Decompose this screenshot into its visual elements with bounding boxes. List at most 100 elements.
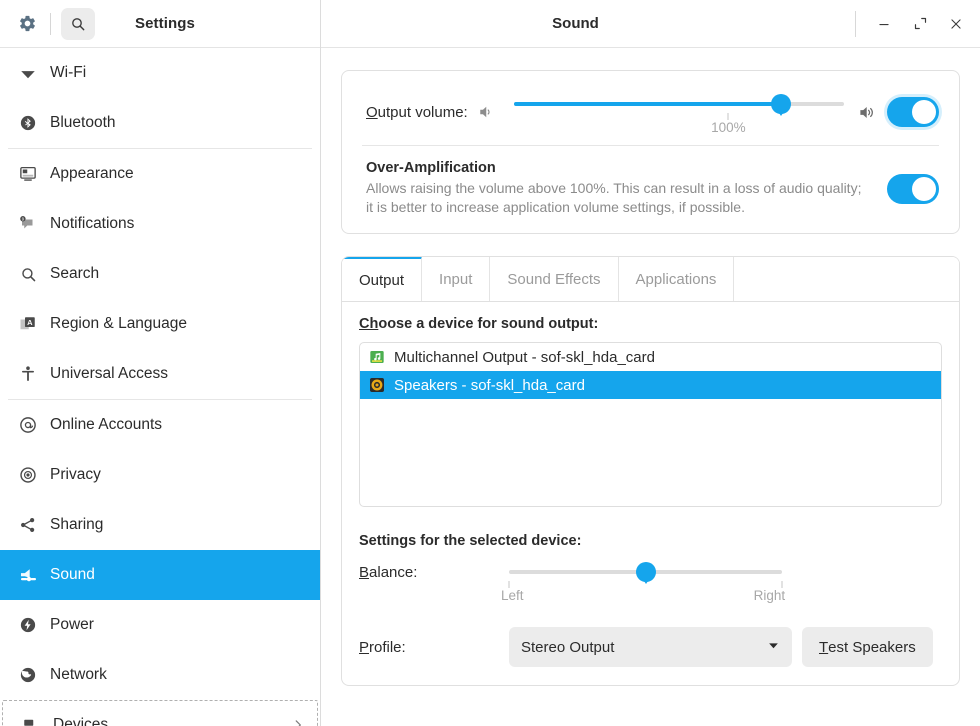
titlebar: Sound: [321, 0, 980, 48]
slider-tick-mark: [728, 113, 729, 120]
over-amplification-toggle[interactable]: [887, 174, 939, 204]
sidebar-item-label: Network: [50, 666, 107, 684]
sidebar-item-devices[interactable]: Devices: [2, 700, 318, 726]
sidebar-item-label: Sharing: [50, 516, 103, 534]
volume-low-icon: [478, 103, 496, 121]
gear-icon[interactable]: [12, 9, 42, 39]
device-name: Multichannel Output - sof-skl_hda_card: [394, 349, 655, 366]
sidebar-item-label: Appearance: [50, 165, 134, 183]
tab-label: Applications: [636, 271, 717, 288]
slider-handle[interactable]: [771, 94, 791, 114]
label-rest: utput volume:: [378, 104, 468, 121]
tab-label: Input: [439, 271, 472, 288]
svg-text:A: A: [27, 318, 33, 327]
balance-slider[interactable]: Left Right: [509, 559, 782, 609]
output-volume-row: Output volume: 100%: [342, 71, 959, 145]
mnemonic-letter: h: [369, 316, 378, 332]
network-icon: [17, 664, 39, 686]
over-amplification-row: Over-Amplification Allows raising the vo…: [342, 146, 959, 233]
device-name: Speakers - sof-skl_hda_card: [394, 377, 585, 394]
sidebar-item-label: Privacy: [50, 466, 101, 484]
test-speakers-button[interactable]: Test Speakers: [802, 627, 933, 667]
mnemonic-letter: O: [366, 104, 378, 121]
choose-device-label: Choose a device for sound output:: [359, 316, 942, 332]
sidebar-item-privacy[interactable]: Privacy: [0, 450, 320, 500]
notifications-icon: 9: [17, 213, 39, 235]
settings-for-device-label: Settings for the selected device:: [359, 533, 942, 549]
tab-applications[interactable]: Applications: [619, 257, 735, 301]
sidebar-item-wi-fi[interactable]: Wi-Fi: [0, 48, 320, 98]
volume-card: Output volume: 100%: [341, 70, 960, 234]
over-amplification-description: Allows raising the volume above 100%. Th…: [366, 179, 866, 217]
search-icon[interactable]: [61, 8, 95, 40]
tab-input[interactable]: Input: [422, 257, 490, 301]
over-amplification-text: Over-Amplification Allows raising the vo…: [366, 160, 887, 217]
mnemonic-letter: T: [819, 639, 828, 656]
sidebar-item-sharing[interactable]: Sharing: [0, 500, 320, 550]
list-item[interactable]: Speakers - sof-skl_hda_card: [360, 371, 941, 399]
multichannel-output-icon: [368, 348, 386, 366]
mnemonic-letter: B: [359, 564, 369, 581]
balance-left-label: Left: [501, 588, 524, 603]
sidebar-item-universal-access[interactable]: Universal Access: [0, 349, 320, 399]
online-accounts-icon: [17, 414, 39, 436]
chevron-down-icon: [767, 639, 780, 656]
toggle-knob: [912, 100, 936, 124]
sidebar-item-label: Notifications: [50, 215, 134, 233]
sidebar-item-label: Online Accounts: [50, 416, 162, 434]
sidebar-item-search[interactable]: Search: [0, 249, 320, 299]
sidebar-item-label: Region & Language: [50, 315, 187, 333]
balance-row: Balance: Left Right: [359, 559, 942, 611]
tab-sound-effects[interactable]: Sound Effects: [490, 257, 618, 301]
sound-tabs-card: Output Input Sound Effects Applications …: [341, 256, 960, 686]
device-list[interactable]: Multichannel Output - sof-skl_hda_card: [359, 342, 942, 507]
tab-label: Sound Effects: [507, 271, 600, 288]
profile-label: Profile:: [359, 639, 509, 656]
sidebar-list: Wi-Fi Bluetooth: [0, 48, 320, 726]
search-icon-svg: [70, 16, 86, 32]
output-volume-toggle[interactable]: [887, 97, 939, 127]
tab-bar: Output Input Sound Effects Applications: [342, 257, 959, 302]
tab-label: Output: [359, 272, 404, 289]
universal-access-icon: [17, 363, 39, 385]
mnemonic-prefix: C: [359, 316, 369, 332]
header-divider: [50, 13, 51, 35]
slider-handle[interactable]: [636, 562, 656, 582]
slider-tick-right: [782, 581, 783, 588]
label-rest: alance:: [369, 564, 417, 581]
sidebar-item-network[interactable]: Network: [0, 650, 320, 700]
main-pane: Sound: [321, 0, 980, 726]
region-language-icon: A: [17, 313, 39, 335]
power-icon: [17, 614, 39, 636]
label-rest: rofile:: [369, 639, 406, 656]
profile-select[interactable]: Stereo Output: [509, 627, 792, 667]
content-area: Output volume: 100%: [321, 48, 980, 726]
output-volume-slider[interactable]: 100%: [514, 91, 844, 133]
balance-label: Balance:: [359, 559, 509, 581]
sidebar-item-notifications[interactable]: 9 Notifications: [0, 199, 320, 249]
tab-output[interactable]: Output: [342, 256, 422, 301]
devices-icon: [20, 714, 42, 726]
sidebar-item-label: Power: [50, 616, 94, 634]
sidebar-item-label: Search: [50, 265, 99, 283]
sidebar-item-sound[interactable]: Sound: [0, 550, 320, 600]
slider-tick-label: 100%: [711, 120, 746, 135]
balance-right-label: Right: [754, 588, 786, 603]
sidebar-item-bluetooth[interactable]: Bluetooth: [0, 98, 320, 148]
output-volume-label: Output volume:: [366, 104, 468, 121]
label-rest: oose a device for sound output:: [378, 316, 598, 332]
profile-value: Stereo Output: [521, 639, 614, 656]
search-icon: [17, 263, 39, 285]
speakers-icon: [368, 376, 386, 394]
sidebar-item-power[interactable]: Power: [0, 600, 320, 650]
sound-icon: [17, 564, 39, 586]
over-amplification-title: Over-Amplification: [366, 160, 869, 176]
slider-tick-left: [509, 581, 510, 588]
volume-high-icon: [858, 103, 877, 122]
sidebar-item-label: Bluetooth: [50, 114, 116, 132]
sidebar-item-online-accounts[interactable]: Online Accounts: [0, 400, 320, 450]
sidebar-item-appearance[interactable]: Appearance: [0, 149, 320, 199]
mnemonic-letter: P: [359, 639, 369, 656]
list-item[interactable]: Multichannel Output - sof-skl_hda_card: [360, 343, 941, 371]
sidebar-item-region-language[interactable]: A Region & Language: [0, 299, 320, 349]
